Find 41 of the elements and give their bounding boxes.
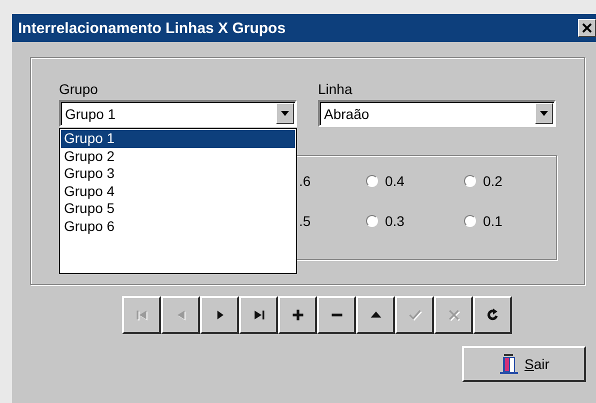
dropdown-option[interactable]: Grupo 2	[61, 148, 295, 165]
group-combobox[interactable]: Grupo 1	[59, 100, 297, 127]
x-icon	[446, 308, 460, 322]
dropdown-option[interactable]: Grupo 4	[61, 182, 295, 200]
dropdown-button[interactable]	[535, 103, 553, 124]
radio-button[interactable]	[464, 175, 476, 187]
toolbar-button[interactable]	[356, 296, 395, 334]
toolbar-button[interactable]	[473, 296, 512, 334]
toolbar-button[interactable]	[200, 296, 239, 334]
radio-button[interactable]	[366, 215, 378, 227]
radio-option[interactable]: 0.2	[464, 171, 562, 191]
dropdown-option[interactable]: Grupo 6	[61, 218, 295, 235]
skip-end-icon	[252, 308, 266, 322]
radio-label: .5	[299, 213, 311, 229]
dropdown-arrow-icon	[540, 111, 548, 116]
field-label: Grupo	[59, 81, 98, 97]
toolbar-button[interactable]	[317, 296, 356, 334]
toolbar-button[interactable]	[239, 296, 278, 334]
skip-start-icon	[134, 308, 148, 322]
field-label: Linha	[318, 81, 352, 97]
plus-icon	[290, 308, 304, 322]
dropdown-button[interactable]	[276, 103, 294, 124]
door-exit-icon	[498, 353, 519, 375]
dropdown-option[interactable]: Grupo 3	[61, 165, 295, 182]
refresh-icon	[486, 308, 500, 322]
window-title: Interrelacionamento Linhas X Grupos	[18, 20, 286, 36]
radio-button[interactable]	[464, 215, 476, 227]
check-icon	[408, 308, 422, 322]
close-icon	[582, 23, 592, 33]
toolbar-button[interactable]	[278, 296, 317, 334]
radio-option[interactable]: 0.1	[464, 211, 562, 231]
radio-option[interactable]: 0.4	[366, 171, 464, 191]
radio-label: .6	[299, 173, 311, 189]
dropdown-option[interactable]: Grupo 1	[61, 130, 295, 148]
exit-button[interactable]: Sair	[462, 346, 586, 382]
line-combobox[interactable]: Abraão	[318, 100, 556, 127]
radio-button[interactable]	[366, 175, 378, 187]
dropdown-arrow-icon	[281, 111, 289, 116]
close-button[interactable]	[578, 19, 596, 37]
dropdown-option[interactable]: Grupo 5	[61, 200, 295, 218]
radio-option[interactable]: 0.3	[366, 211, 464, 231]
